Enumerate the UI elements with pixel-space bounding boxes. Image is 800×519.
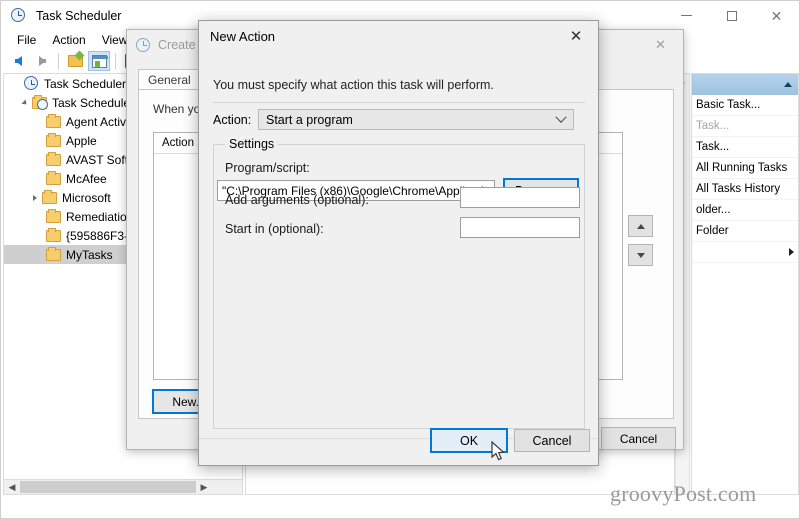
tree-item-label: Apple	[66, 133, 97, 148]
ok-button[interactable]: OK	[430, 428, 508, 453]
move-down-button[interactable]	[628, 244, 653, 266]
tab-label: General	[148, 73, 191, 87]
folder-icon	[46, 170, 61, 185]
menu-action[interactable]: Action	[44, 32, 93, 48]
tree-horizontal-scrollbar[interactable]: ◀ ▶	[3, 479, 243, 495]
close-icon: ✕	[569, 28, 583, 45]
menu-file[interactable]: File	[9, 32, 44, 48]
minimize-icon	[681, 15, 692, 16]
new-action-cancel-button[interactable]: Cancel	[514, 429, 590, 452]
action-dropdown-value: Start a program	[266, 112, 353, 127]
scroll-thumb[interactable]	[20, 481, 196, 493]
program-script-label: Program/script:	[225, 161, 310, 175]
tree-item-label: McAfee	[66, 171, 107, 186]
action-delete-folder[interactable]: Folder	[692, 221, 798, 242]
create-task-clock-icon	[136, 37, 150, 52]
tab-general[interactable]: General	[138, 69, 201, 90]
scroll-left-icon[interactable]: ◀	[4, 480, 20, 494]
header-divider	[213, 102, 585, 103]
forward-button[interactable]	[31, 51, 53, 71]
action-label: Folder	[696, 225, 729, 237]
action-label: Task...	[696, 141, 730, 153]
action-create-basic-task[interactable]: Basic Task...	[692, 95, 798, 116]
add-arguments-input[interactable]	[460, 187, 580, 208]
action-label: older...	[696, 204, 731, 216]
close-icon: ✕	[770, 7, 783, 24]
create-task-close-button[interactable]: ✕	[638, 30, 683, 59]
task-scheduler-clock-icon	[11, 7, 27, 24]
action-label: Task...	[696, 120, 730, 132]
microsoft-twisty-icon[interactable]	[28, 194, 42, 201]
folder-icon	[42, 189, 57, 204]
folder-icon	[67, 55, 83, 67]
tree-item-label: Remediation	[66, 209, 134, 224]
chevron-down-icon	[555, 111, 567, 123]
minimize-button[interactable]	[664, 1, 709, 30]
triangle-up-icon	[636, 223, 645, 229]
maximize-button[interactable]	[709, 1, 754, 30]
back-arrow-icon	[14, 56, 22, 66]
add-arguments-label: Add arguments (optional):	[225, 193, 369, 207]
folder-icon	[46, 151, 61, 166]
cancel-label: Cancel	[532, 433, 572, 448]
cancel-label: Cancel	[619, 431, 658, 446]
start-in-label: Start in (optional):	[225, 222, 324, 236]
screenshot-root: Task Scheduler ✕ File Action View H ?	[0, 0, 800, 519]
submenu-arrow-icon	[789, 248, 794, 256]
action-submenu-item[interactable]	[692, 242, 798, 263]
show-console-tree-button[interactable]	[88, 51, 110, 71]
new-action-dialog: New Action ✕ You must specify what actio…	[198, 20, 599, 466]
toolbar-separator-1	[58, 53, 59, 69]
folder-icon	[46, 113, 61, 128]
window-title: Task Scheduler	[36, 8, 122, 23]
new-action-instruction: You must specify what action this task w…	[213, 78, 494, 92]
close-icon: ✕	[655, 36, 666, 52]
settings-group-label: Settings	[225, 137, 279, 151]
create-task-cancel-button[interactable]: Cancel	[601, 427, 676, 450]
library-twisty-icon[interactable]	[18, 98, 32, 107]
tree-root-clock-icon	[24, 76, 39, 91]
toolbar-separator-2	[115, 53, 116, 69]
folder-icon	[46, 132, 61, 147]
maximize-icon	[726, 10, 737, 21]
forward-arrow-icon	[38, 56, 46, 66]
action-label: All Tasks History	[696, 183, 781, 195]
window-controls: ✕	[664, 1, 799, 30]
start-in-input[interactable]	[460, 217, 580, 238]
action-enable-all-tasks-history[interactable]: All Tasks History	[692, 179, 798, 200]
action-label: Basic Task...	[696, 99, 761, 111]
triangle-down-icon	[636, 252, 645, 258]
action-display-all-running-tasks[interactable]: All Running Tasks	[692, 158, 798, 179]
action-field-label: Action:	[213, 113, 252, 127]
new-action-titlebar: New Action	[199, 21, 598, 51]
back-button[interactable]	[7, 51, 29, 71]
action-create-task[interactable]: Task...	[692, 137, 798, 158]
actions-pane-header[interactable]	[692, 74, 798, 95]
collapse-caret-icon[interactable]	[784, 82, 792, 87]
folder-icon	[46, 208, 61, 223]
ok-label: OK	[459, 433, 479, 448]
action-import-task[interactable]: Task...	[692, 116, 798, 137]
scroll-right-icon[interactable]: ▶	[196, 480, 212, 494]
action-label: All Running Tasks	[696, 162, 788, 174]
close-button[interactable]: ✕	[754, 1, 799, 30]
move-up-button[interactable]	[628, 215, 653, 237]
folder-icon	[46, 246, 61, 261]
up-folder-button[interactable]	[64, 51, 86, 71]
properties-icon	[91, 54, 108, 68]
watermark: groovyPost.com	[610, 481, 757, 506]
actions-pane: Basic Task... Task... Task... All Runnin…	[691, 73, 799, 495]
tree-item-label: MyTasks	[66, 247, 113, 262]
action-dropdown[interactable]: Start a program	[258, 109, 574, 130]
new-action-title: New Action	[210, 28, 276, 44]
folder-icon	[46, 227, 61, 242]
action-new-folder[interactable]: older...	[692, 200, 798, 221]
tree-item-label: Microsoft	[62, 190, 111, 205]
new-action-close-button[interactable]: ✕	[554, 21, 598, 51]
library-folder-icon	[32, 94, 48, 110]
